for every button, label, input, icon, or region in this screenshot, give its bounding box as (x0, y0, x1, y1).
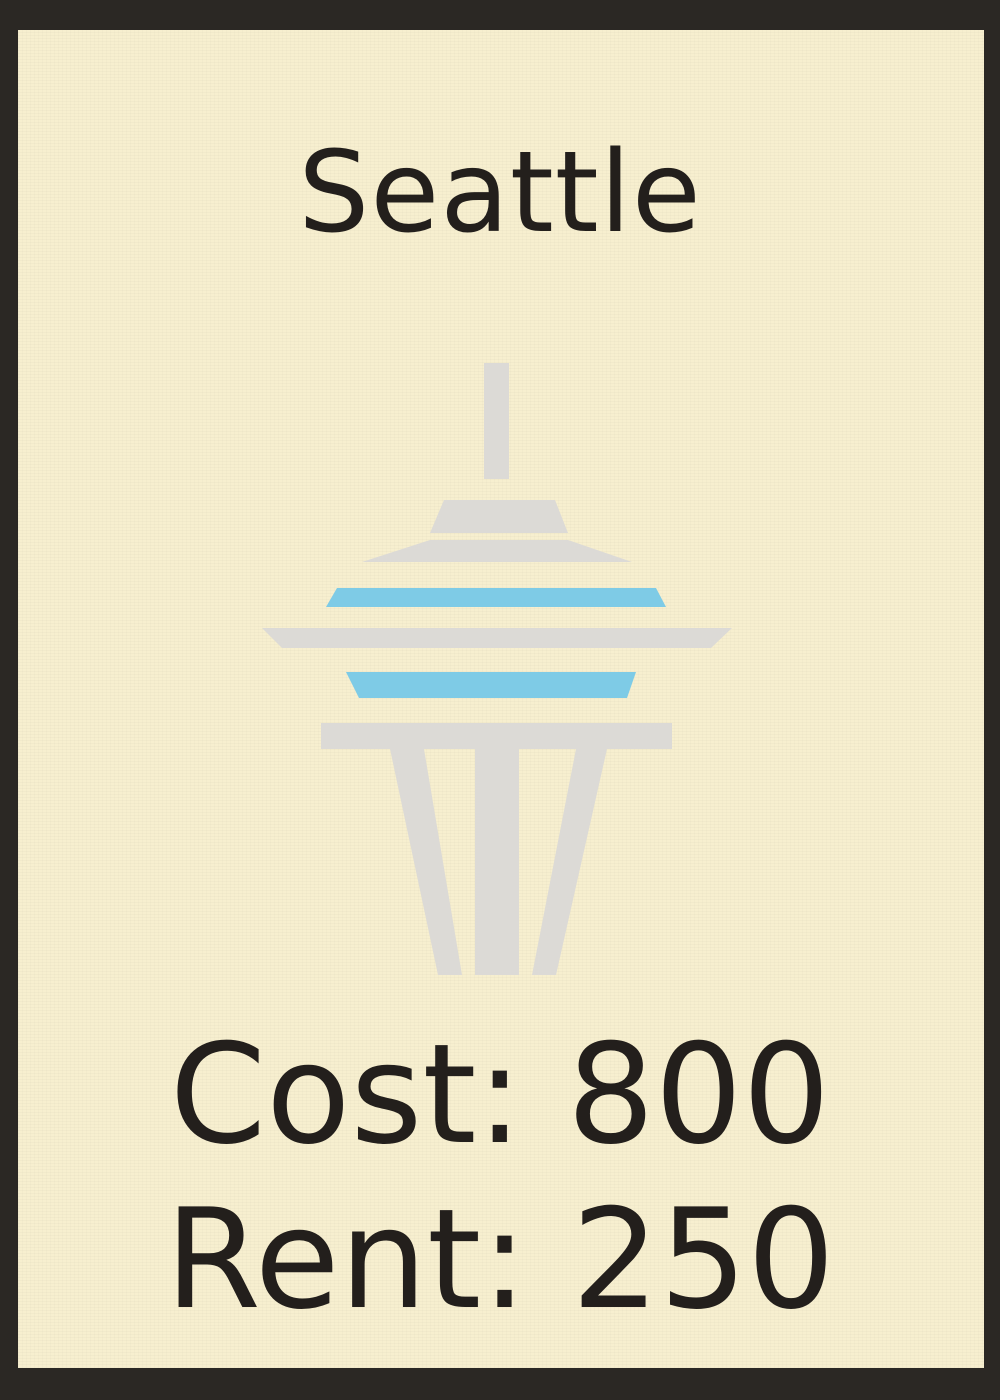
tower-roof (362, 540, 632, 562)
tower-window-band-upper (326, 588, 666, 607)
tower-window-band-lower (346, 672, 636, 698)
tower-spire (484, 363, 509, 479)
tower-saucer (262, 628, 732, 648)
tower-deck (321, 723, 672, 749)
tower-leg-left (390, 749, 462, 975)
tower-leg-right (532, 749, 607, 975)
tower-core (475, 749, 519, 975)
cost-label: Cost: 800 (169, 1014, 831, 1175)
rent-label: Rent: 250 (165, 1179, 835, 1340)
tower-cap (430, 500, 568, 533)
